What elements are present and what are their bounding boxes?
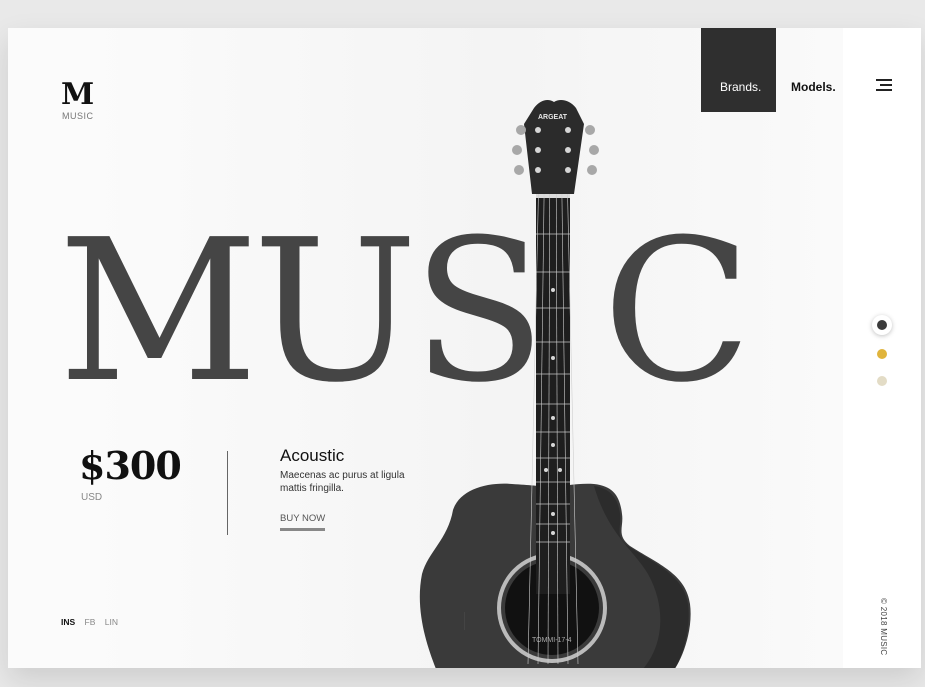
nav-models-link[interactable]: Models. xyxy=(791,80,836,94)
product-title: Acoustic xyxy=(280,446,345,465)
social-link-lin[interactable]: LIN xyxy=(105,617,118,627)
product-description: Maecenas ac purus at ligula mattis fring… xyxy=(280,470,405,494)
right-rail xyxy=(843,28,921,668)
social-link-fb[interactable]: FB xyxy=(85,617,96,627)
logo-text: MUSIC xyxy=(62,111,94,121)
social-links: INS FB LIN xyxy=(61,617,125,627)
price-currency: USD xyxy=(81,492,103,503)
product-price: $300 xyxy=(79,443,182,488)
copyright: © 2018 MUSIC xyxy=(879,598,888,656)
slide-dot-2[interactable] xyxy=(877,349,887,359)
hero-card: M MUSIC Brands. Models. MUSC TOMMI-17-4 xyxy=(8,28,921,668)
guitar-image: TOMMI-17-4 ARGEAT xyxy=(419,100,691,668)
guitar-label-text: TOMMI-17-4 xyxy=(532,637,572,644)
slide-dot-3[interactable] xyxy=(877,376,887,386)
slide-dot-1[interactable] xyxy=(872,315,892,335)
social-link-ins[interactable]: INS xyxy=(61,617,75,627)
scroll-indicator xyxy=(464,612,465,630)
logo-mark[interactable]: M xyxy=(61,77,94,112)
section-divider xyxy=(227,451,228,535)
buy-now-link[interactable]: BUY NOW xyxy=(280,513,326,531)
headstock-brand-text: ARGEAT xyxy=(538,114,568,121)
nav-brands-link[interactable]: Brands. xyxy=(720,80,761,94)
menu-icon[interactable] xyxy=(874,79,892,93)
brands-nav-bg xyxy=(701,28,776,112)
